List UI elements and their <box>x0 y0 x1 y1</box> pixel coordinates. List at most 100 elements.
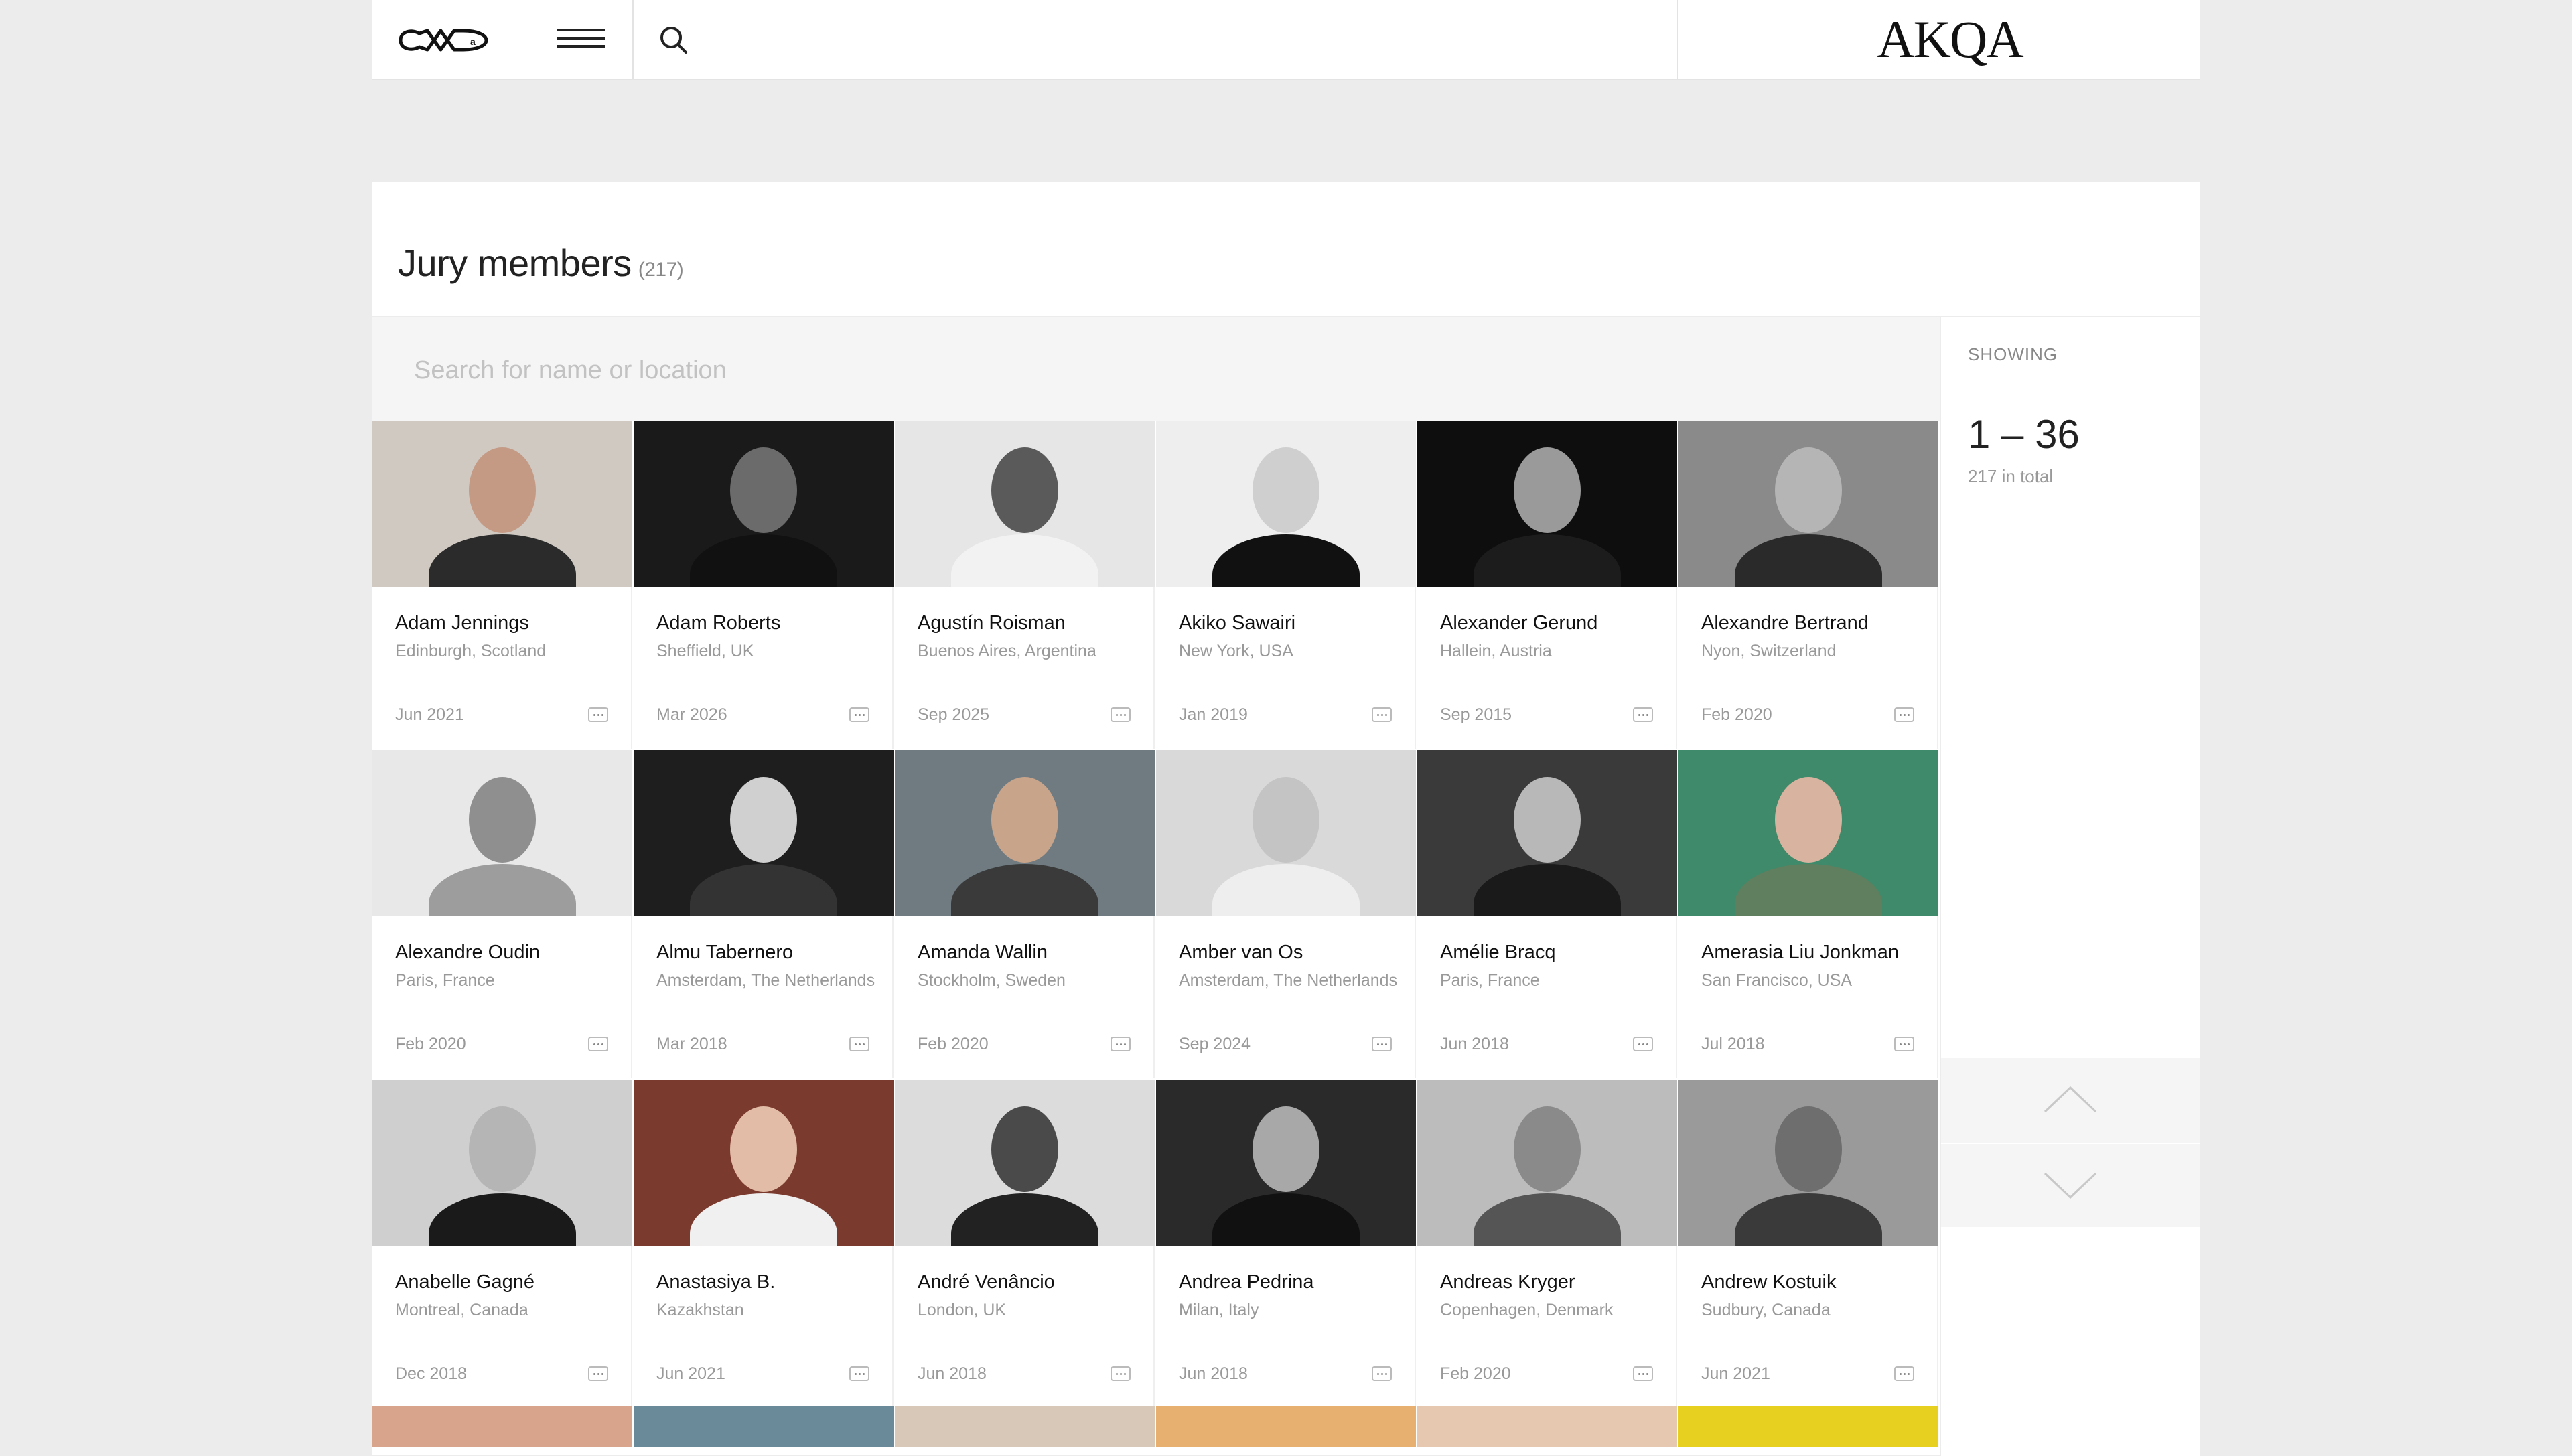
member-photo-partial[interactable] <box>634 1406 894 1447</box>
member-photo[interactable] <box>634 750 894 916</box>
top-navigation-bar: a AKQA <box>372 0 2200 80</box>
member-location: Amsterdam, The Netherlands <box>656 971 875 990</box>
member-card[interactable]: Akiko Sawairi New York, USA Jan 2019 <box>1156 421 1416 749</box>
member-name[interactable]: Adam Roberts <box>656 612 780 634</box>
member-location: Sheffield, UK <box>656 642 754 660</box>
member-date: Jun 2021 <box>395 705 464 724</box>
member-card[interactable]: Alexandre Oudin Paris, France Feb 2020 <box>372 750 632 1078</box>
page-up-button[interactable] <box>1941 1058 2200 1143</box>
member-date: Jun 2018 <box>918 1364 987 1383</box>
member-card[interactable]: Andrew Kostuik Sudbury, Canada Jun 2021 <box>1678 1080 1938 1408</box>
member-photo[interactable] <box>1678 421 1938 587</box>
chevron-up-icon <box>2044 1086 2097 1113</box>
member-name[interactable]: Anabelle Gagné <box>395 1271 534 1293</box>
more-options-icon[interactable] <box>588 707 608 722</box>
member-date: Mar 2018 <box>656 1035 727 1053</box>
member-card[interactable]: Almu Tabernero Amsterdam, The Netherland… <box>634 750 894 1078</box>
member-name[interactable]: Andrew Kostuik <box>1701 1271 1837 1293</box>
member-name[interactable]: André Venâncio <box>918 1271 1055 1293</box>
more-options-icon[interactable] <box>1372 1037 1392 1051</box>
member-name[interactable]: Almu Tabernero <box>656 942 793 964</box>
more-options-icon[interactable] <box>1111 707 1131 722</box>
member-photo-partial[interactable] <box>372 1406 632 1447</box>
member-card[interactable]: Adam Roberts Sheffield, UK Mar 2026 <box>634 421 894 749</box>
member-location: Buenos Aires, Argentina <box>918 642 1096 660</box>
more-options-icon[interactable] <box>1111 1037 1131 1051</box>
member-location: Edinburgh, Scotland <box>395 642 547 660</box>
member-card[interactable]: Amélie Bracq Paris, France Jun 2018 <box>1417 750 1677 1078</box>
more-options-icon[interactable] <box>1111 1366 1131 1381</box>
member-location: London, UK <box>918 1301 1007 1319</box>
member-photo-partial[interactable] <box>895 1406 1155 1447</box>
more-options-icon[interactable] <box>849 707 869 722</box>
member-date: Jan 2019 <box>1179 705 1248 724</box>
member-name[interactable]: Anastasiya B. <box>656 1271 775 1293</box>
member-card[interactable]: Andrea Pedrina Milan, Italy Jun 2018 <box>1156 1080 1416 1408</box>
member-date: Sep 2024 <box>1179 1035 1251 1053</box>
member-photo[interactable] <box>634 421 894 587</box>
member-name[interactable]: Amber van Os <box>1179 942 1303 964</box>
more-options-icon[interactable] <box>1633 1037 1653 1051</box>
member-card[interactable]: Anabelle Gagné Montreal, Canada Dec 2018 <box>372 1080 632 1408</box>
member-photo[interactable] <box>895 750 1155 916</box>
member-name[interactable]: Andreas Kryger <box>1440 1271 1575 1293</box>
member-card[interactable]: Anastasiya B. Kazakhstan Jun 2021 <box>634 1080 894 1408</box>
more-options-icon[interactable] <box>588 1366 608 1381</box>
member-name[interactable]: Agustín Roisman <box>918 612 1066 634</box>
member-name[interactable]: Alexandre Oudin <box>395 942 540 964</box>
member-photo[interactable] <box>1156 1080 1416 1246</box>
member-photo[interactable] <box>1417 421 1677 587</box>
member-name[interactable]: Amanda Wallin <box>918 942 1048 964</box>
member-photo-partial[interactable] <box>1156 1406 1416 1447</box>
member-card[interactable]: Andreas Kryger Copenhagen, Denmark Feb 2… <box>1417 1080 1677 1408</box>
hamburger-menu-icon[interactable] <box>557 29 605 52</box>
member-photo[interactable] <box>1678 750 1938 916</box>
fwa-logo[interactable]: a <box>397 21 490 59</box>
member-card[interactable]: Amber van Os Amsterdam, The Netherlands … <box>1156 750 1416 1078</box>
member-photo[interactable] <box>372 750 632 916</box>
member-photo[interactable] <box>372 1080 632 1246</box>
member-card[interactable]: Alexander Gerund Hallein, Austria Sep 20… <box>1417 421 1677 749</box>
member-location: Milan, Italy <box>1179 1301 1259 1319</box>
member-name[interactable]: Amerasia Liu Jonkman <box>1701 942 1899 964</box>
search-icon[interactable] <box>658 24 690 56</box>
member-photo[interactable] <box>372 421 632 587</box>
photo-figure-head <box>1514 777 1581 863</box>
member-photo[interactable] <box>1156 750 1416 916</box>
member-name[interactable]: Alexander Gerund <box>1440 612 1597 634</box>
more-options-icon[interactable] <box>1633 1366 1653 1381</box>
member-photo[interactable] <box>1417 750 1677 916</box>
more-options-icon[interactable] <box>588 1037 608 1051</box>
member-card[interactable]: Agustín Roisman Buenos Aires, Argentina … <box>895 421 1155 749</box>
more-options-icon[interactable] <box>849 1366 869 1381</box>
member-photo-partial[interactable] <box>1417 1406 1677 1447</box>
more-options-icon[interactable] <box>849 1037 869 1051</box>
member-photo[interactable] <box>895 1080 1155 1246</box>
page-down-button[interactable] <box>1941 1144 2200 1227</box>
member-name[interactable]: Adam Jennings <box>395 612 529 634</box>
member-card[interactable]: André Venâncio London, UK Jun 2018 <box>895 1080 1155 1408</box>
member-photo[interactable] <box>1417 1080 1677 1246</box>
more-options-icon[interactable] <box>1372 1366 1392 1381</box>
member-name[interactable]: Alexandre Bertrand <box>1701 612 1869 634</box>
akqa-logo[interactable]: AKQA <box>1873 10 2027 68</box>
search-bar <box>372 317 1940 421</box>
member-card[interactable]: Amerasia Liu Jonkman San Francisco, USA … <box>1678 750 1938 1078</box>
member-card[interactable]: Alexandre Bertrand Nyon, Switzerland Feb… <box>1678 421 1938 749</box>
member-name[interactable]: Amélie Bracq <box>1440 942 1555 964</box>
search-input[interactable] <box>413 350 1889 391</box>
more-options-icon[interactable] <box>1372 707 1392 722</box>
member-photo[interactable] <box>1156 421 1416 587</box>
more-options-icon[interactable] <box>1894 1037 1914 1051</box>
more-options-icon[interactable] <box>1633 707 1653 722</box>
member-name[interactable]: Akiko Sawairi <box>1179 612 1295 634</box>
more-options-icon[interactable] <box>1894 707 1914 722</box>
member-photo[interactable] <box>895 421 1155 587</box>
member-card[interactable]: Adam Jennings Edinburgh, Scotland Jun 20… <box>372 421 632 749</box>
member-card[interactable]: Amanda Wallin Stockholm, Sweden Feb 2020 <box>895 750 1155 1078</box>
member-photo[interactable] <box>1678 1080 1938 1246</box>
more-options-icon[interactable] <box>1894 1366 1914 1381</box>
member-photo[interactable] <box>634 1080 894 1246</box>
member-photo-partial[interactable] <box>1678 1406 1938 1447</box>
member-name[interactable]: Andrea Pedrina <box>1179 1271 1314 1293</box>
